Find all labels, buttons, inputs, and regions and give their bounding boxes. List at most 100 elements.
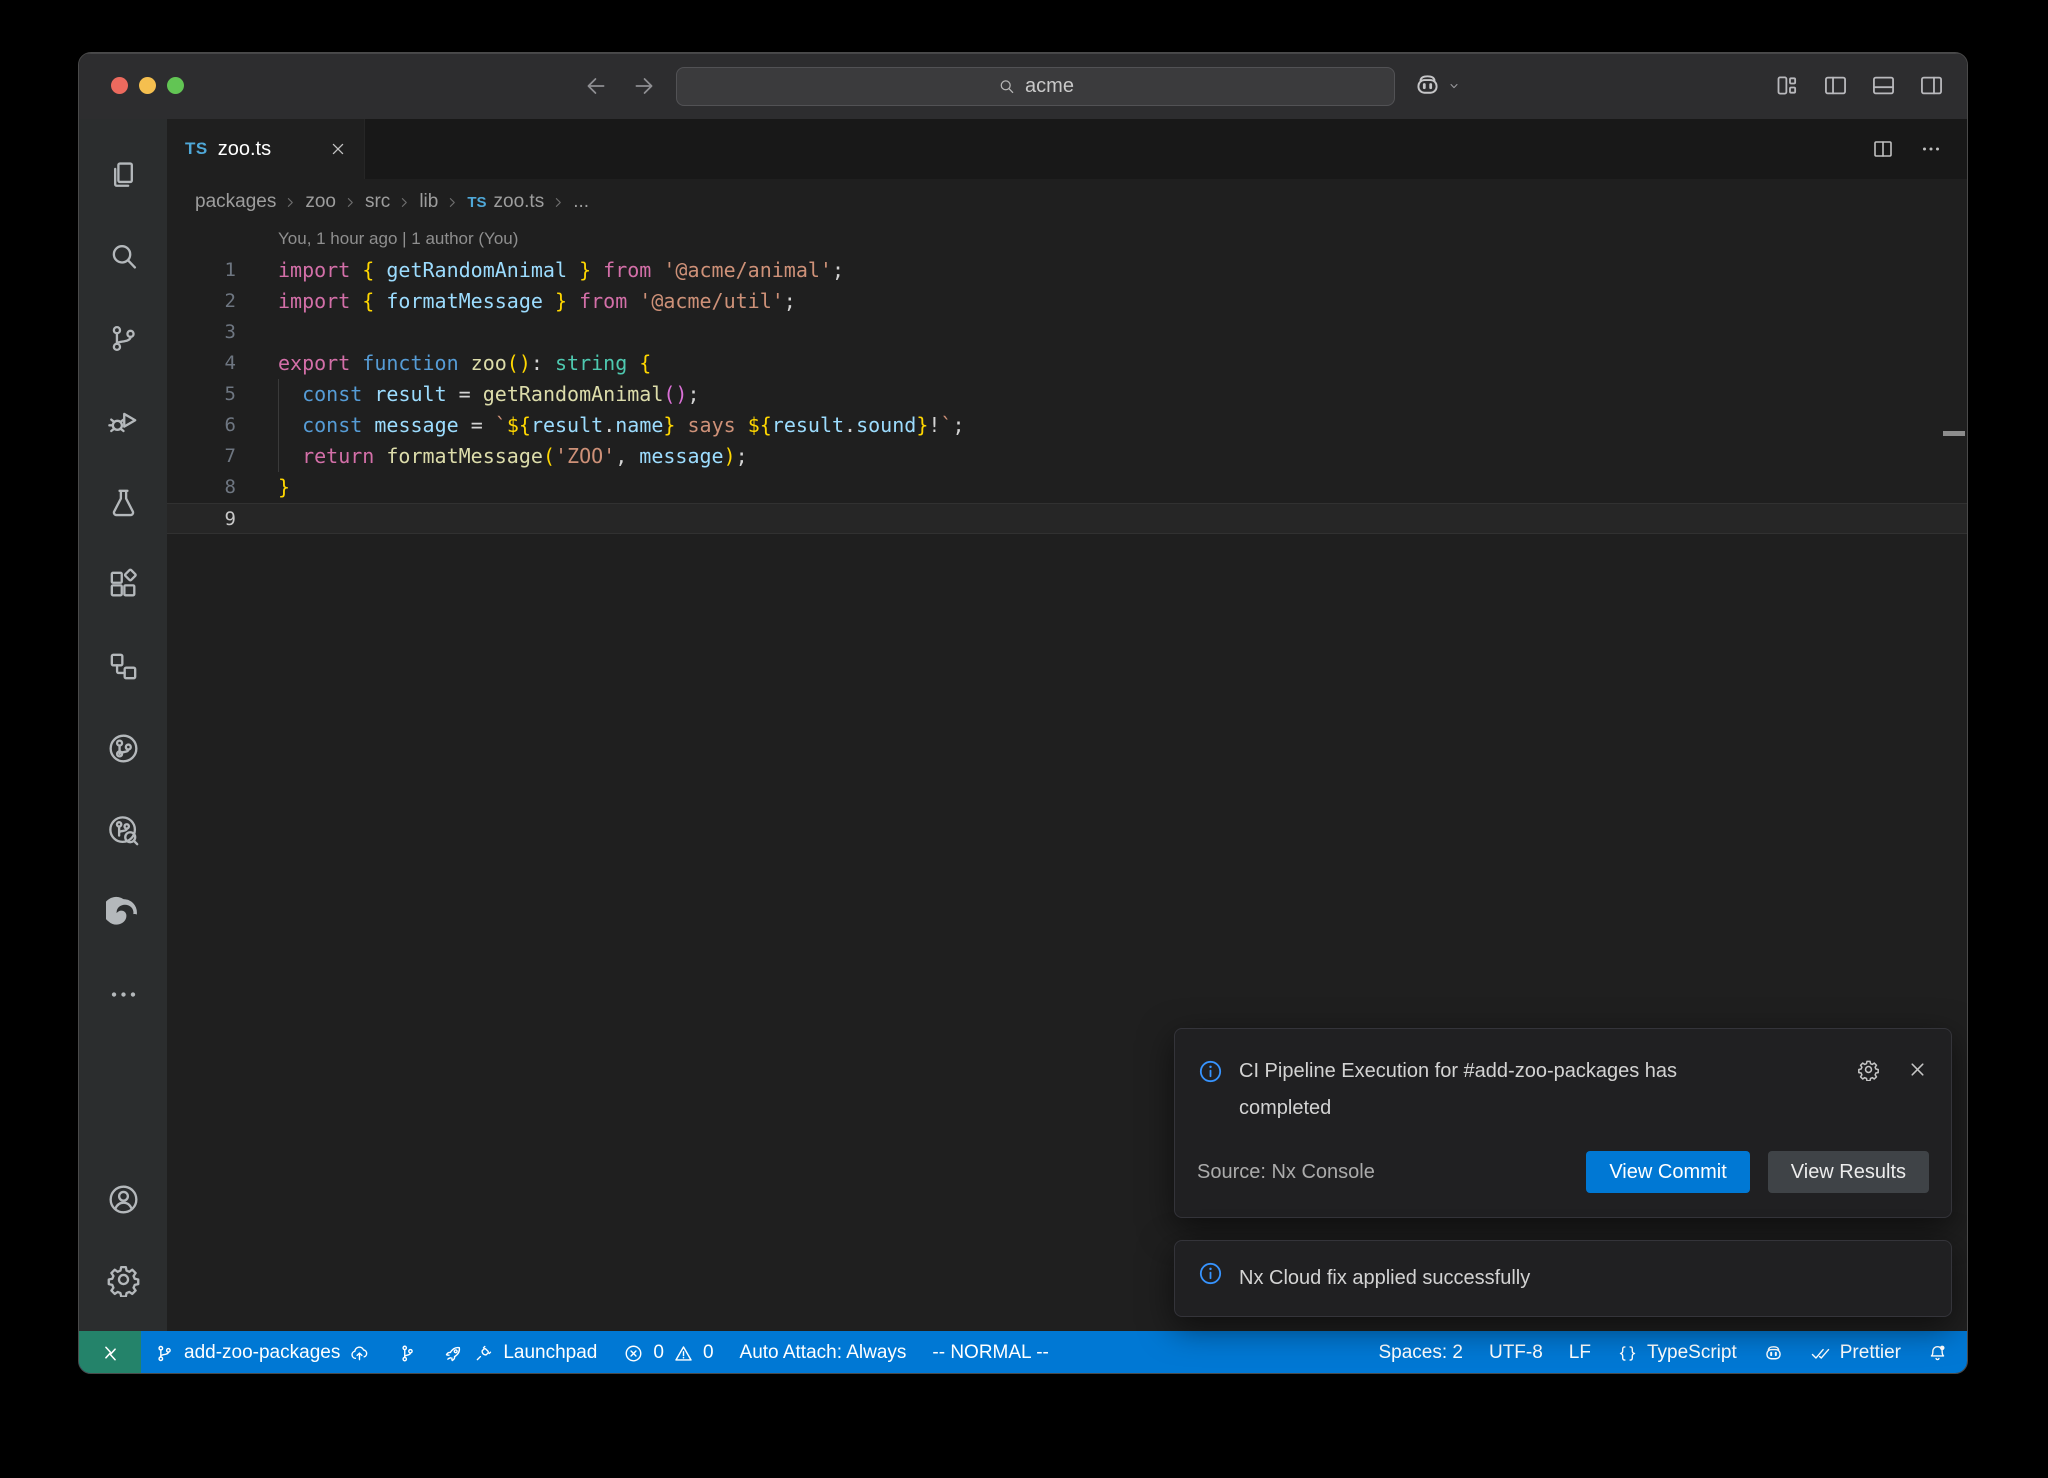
breadcrumb-item[interactable]: ... [573,191,589,213]
copilot-menu[interactable] [1413,71,1462,100]
vscode-window: acme TS zoo.ts packages zoo src lib TSzoo.ts… [78,52,1968,1374]
activity-extensions[interactable] [79,543,167,625]
view-commit-button[interactable]: View Commit [1586,1151,1749,1193]
toggle-primary-sidebar-button[interactable] [1822,72,1849,99]
forward-button[interactable] [631,73,657,99]
code-text[interactable]: const message = `${result.name} says ${r… [236,410,965,441]
chevron-right-icon [342,194,359,211]
minimize-button[interactable] [139,77,156,94]
plug-icon [473,1343,494,1364]
close-button[interactable] [111,77,128,94]
activity-more-views[interactable] [79,953,167,1035]
breadcrumb-label: ... [573,191,589,213]
activity-run-and-debug[interactable] [79,379,167,461]
code-text[interactable] [236,504,278,533]
command-center[interactable]: acme [676,67,1395,106]
line-number[interactable]: 5 [167,379,236,410]
extensions-icon [106,567,141,602]
activity-accounts[interactable] [79,1159,167,1239]
line-number[interactable]: 7 [167,441,236,472]
rocket-icon [443,1343,464,1364]
code-text[interactable]: export function zoo(): string { [236,348,651,379]
customize-layout-button[interactable] [1774,72,1801,99]
line-number[interactable]: 9 [167,504,236,533]
activity-edge-tools[interactable] [79,871,167,953]
toggle-secondary-sidebar-button[interactable] [1918,72,1945,99]
breadcrumb-item[interactable]: TSzoo.ts [467,191,544,213]
vim-mode-label: -- NORMAL -- [932,1342,1048,1364]
gear-icon[interactable] [1857,1058,1880,1081]
status-launchpad[interactable]: Launchpad [430,1331,610,1374]
history-nav [583,73,657,99]
status-notifications-bell[interactable] [1914,1331,1961,1374]
code-line: 6 const message = `${result.name} says $… [167,410,1967,441]
info-icon [1197,1260,1224,1287]
breadcrumb-item[interactable]: zoo [305,191,336,213]
breadcrumb-item[interactable]: packages [195,191,276,213]
activity-references[interactable] [79,625,167,707]
line-number[interactable]: 6 [167,410,236,441]
braces-icon [1617,1343,1638,1364]
info-icon [1197,1058,1224,1085]
hierarchy-icon [106,649,141,684]
status-copilot-status[interactable] [1750,1331,1797,1374]
git-graph-icon [396,1343,417,1364]
copilot-icon [1763,1343,1784,1364]
status-problems[interactable]: 00 [610,1331,726,1374]
tab-zoo-ts[interactable]: TS zoo.ts [167,119,365,179]
status-encoding[interactable]: UTF-8 [1476,1331,1556,1374]
blame-annotation: You, 1 hour ago | 1 author (You) [278,229,518,249]
code-text[interactable]: import { formatMessage } from '@acme/uti… [236,286,796,317]
toggle-panel-button[interactable] [1870,72,1897,99]
activity-settings[interactable] [79,1239,167,1319]
status-indentation[interactable]: Spaces: 2 [1365,1331,1476,1374]
line-number[interactable]: 4 [167,348,236,379]
line-number[interactable]: 8 [167,472,236,503]
code-line: 5 const result = getRandomAnimal(); [167,379,1967,410]
git-branch-label: add-zoo-packages [184,1342,340,1364]
zoom-button[interactable] [167,77,184,94]
status-remote-indicator[interactable] [79,1331,141,1374]
code-text[interactable]: } [236,472,290,503]
more-actions-button[interactable] [1919,137,1943,161]
activity-nx-console[interactable] [79,707,167,789]
indent-guide [278,379,279,472]
line-number[interactable]: 2 [167,286,236,317]
auto-attach-label: Auto Attach: Always [740,1342,907,1364]
status-git-graph[interactable] [383,1331,430,1374]
status-eol[interactable]: LF [1556,1331,1604,1374]
source-control-icon [106,321,141,356]
status-auto-attach[interactable]: Auto Attach: Always [727,1331,920,1374]
activity-source-control[interactable] [79,297,167,379]
split-editor-button[interactable] [1871,137,1895,161]
activity-search[interactable] [79,215,167,297]
view-results-button[interactable]: View Results [1768,1151,1929,1193]
code-text[interactable]: import { getRandomAnimal } from '@acme/a… [236,255,844,286]
activity-explorer[interactable] [79,133,167,215]
activity-gitlens-inspect[interactable] [79,789,167,871]
error-icon [623,1343,644,1364]
code-text[interactable]: const result = getRandomAnimal(); [236,379,700,410]
breadcrumb-label: zoo [305,191,336,213]
status-vim-mode[interactable]: -- NORMAL -- [919,1331,1061,1374]
breadcrumb: packages zoo src lib TSzoo.ts... [167,179,1967,225]
code-text[interactable] [236,317,278,348]
breadcrumb-item[interactable]: lib [419,191,438,213]
activity-testing[interactable] [79,461,167,543]
search-query: acme [1025,75,1074,98]
close-icon[interactable] [1906,1058,1929,1081]
status-git-branch[interactable]: add-zoo-packages [141,1331,383,1374]
line-number[interactable]: 1 [167,255,236,286]
status-language-mode[interactable]: TypeScript [1604,1331,1750,1374]
problems-label: 0 [703,1342,714,1364]
back-button[interactable] [583,73,609,99]
status-formatter[interactable]: Prettier [1797,1331,1914,1374]
notification-message: Nx Cloud fix applied successfully [1239,1260,1530,1297]
code-text[interactable]: return formatMessage('ZOO', message); [236,441,748,472]
tab-close-icon[interactable] [328,139,348,159]
status-bar: add-zoo-packages Launchpad00 Auto Attach: … [79,1331,1967,1374]
line-number[interactable]: 3 [167,317,236,348]
branch-icon [154,1343,175,1364]
indentation-label: Spaces: 2 [1378,1342,1463,1364]
breadcrumb-item[interactable]: src [365,191,390,213]
